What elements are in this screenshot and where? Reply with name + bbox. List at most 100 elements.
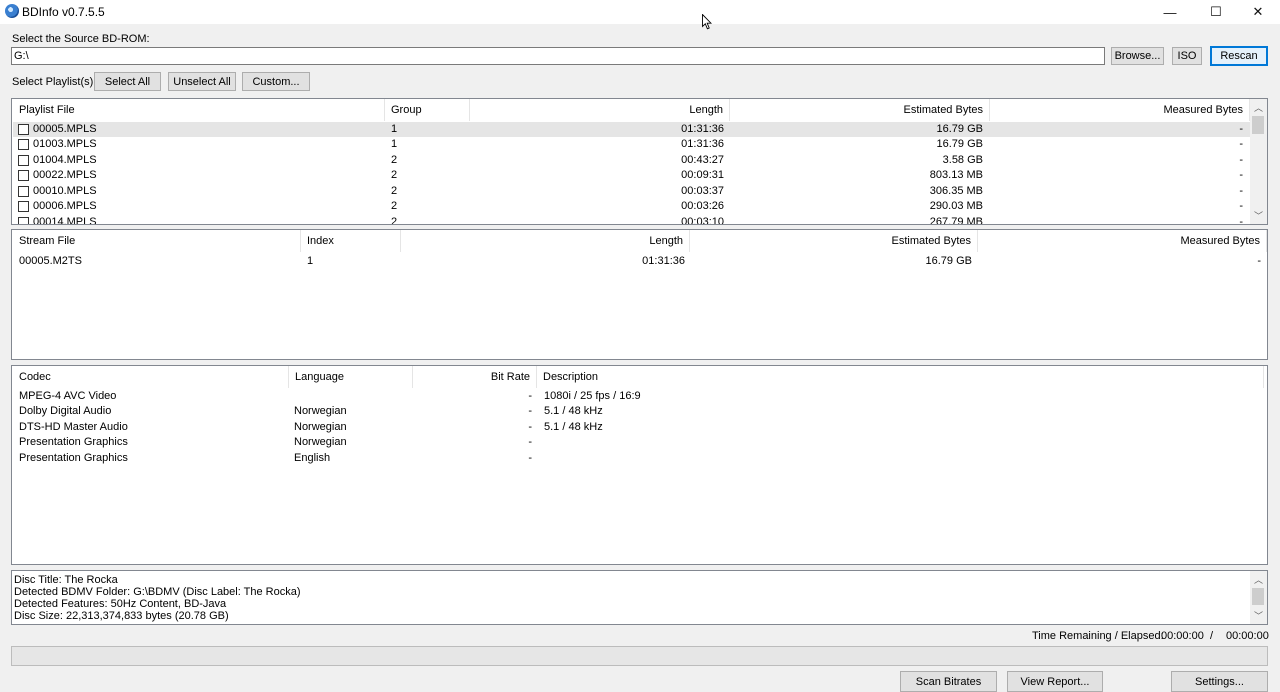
playlist-checkbox[interactable] — [18, 186, 29, 197]
playlist-checkbox[interactable] — [18, 201, 29, 212]
playlist-group: 1 — [391, 138, 398, 150]
playlist-estimated-bytes: 16.79 GB — [936, 138, 983, 150]
stream-file-table: Stream File Index Length Estimated Bytes… — [11, 229, 1268, 360]
playlist-measured-bytes: - — [1239, 169, 1243, 181]
select-all-button[interactable]: Select All — [94, 72, 161, 91]
playlist-file: 01003.MPLS — [33, 138, 97, 150]
playlist-checkbox[interactable] — [18, 217, 29, 224]
column-header-bit-rate[interactable]: Bit Rate — [413, 366, 537, 388]
scroll-thumb[interactable] — [1252, 116, 1264, 134]
column-header-measured-bytes[interactable]: Measured Bytes — [978, 230, 1267, 252]
column-header-language[interactable]: Language — [289, 366, 413, 388]
playlist-file: 00006.MPLS — [33, 200, 97, 212]
column-header-group[interactable]: Group — [385, 99, 470, 121]
source-path-input[interactable] — [11, 47, 1105, 65]
disc-info-textbox[interactable]: Disc Title: The Rocka Detected BDMV Fold… — [11, 570, 1268, 625]
playlist-estimated-bytes: 306.35 MB — [929, 185, 983, 197]
playlist-group: 2 — [391, 216, 398, 225]
time-remaining-label: Time Remaining / Elapsed: — [1032, 630, 1164, 642]
settings-button[interactable]: Settings... — [1171, 671, 1268, 692]
playlist-group: 1 — [391, 123, 398, 135]
column-header-index[interactable]: Index — [301, 230, 401, 252]
codec-bit-rate: - — [528, 421, 532, 433]
source-label: Select the Source BD-ROM: — [12, 33, 150, 45]
codec-bit-rate: - — [528, 452, 532, 464]
codec-bit-rate: - — [528, 436, 532, 448]
codec-language: Norwegian — [294, 405, 347, 417]
column-header-measured-bytes[interactable]: Measured Bytes — [990, 99, 1250, 121]
playlist-length: 01:31:36 — [681, 138, 724, 150]
playlist-measured-bytes: - — [1239, 185, 1243, 197]
playlist-length: 01:31:36 — [681, 123, 724, 135]
mouse-cursor-icon — [702, 14, 712, 30]
playlist-measured-bytes: - — [1239, 154, 1243, 166]
scroll-up-arrow-icon[interactable]: ︿ — [1250, 99, 1267, 116]
codec-language: Norwegian — [294, 436, 347, 448]
scroll-up-arrow-icon[interactable]: ︿ — [1250, 571, 1267, 588]
codec-bit-rate: - — [528, 390, 532, 402]
window-title: BDInfo v0.7.5.5 — [22, 5, 105, 19]
column-header-description[interactable]: Description — [537, 366, 1264, 388]
playlist-group: 2 — [391, 169, 398, 181]
stream-measured-bytes: - — [1257, 255, 1261, 267]
playlist-estimated-bytes: 267.79 MB — [929, 216, 983, 225]
column-header-codec[interactable]: Codec — [13, 366, 289, 388]
playlist-measured-bytes: - — [1239, 123, 1243, 135]
browse-button[interactable]: Browse... — [1111, 47, 1164, 65]
codec-description: 1080i / 25 fps / 16:9 — [544, 390, 641, 402]
playlist-scrollbar[interactable]: ︿ ﹀ — [1250, 99, 1267, 224]
iso-button[interactable]: ISO — [1172, 47, 1202, 65]
playlist-measured-bytes: - — [1239, 200, 1243, 212]
playlist-table: Playlist File Group Length Estimated Byt… — [11, 98, 1268, 225]
playlist-group: 2 — [391, 200, 398, 212]
stream-file: 00005.M2TS — [19, 255, 82, 267]
playlist-group: 2 — [391, 154, 398, 166]
playlist-measured-bytes: - — [1239, 216, 1243, 225]
column-header-estimated-bytes[interactable]: Estimated Bytes — [730, 99, 990, 121]
playlist-checkbox[interactable] — [18, 124, 29, 135]
custom-button[interactable]: Custom... — [242, 72, 310, 91]
playlist-checkbox[interactable] — [18, 139, 29, 150]
scan-progress-bar — [11, 646, 1268, 666]
scroll-down-arrow-icon[interactable]: ﹀ — [1250, 607, 1267, 624]
codec-name: Presentation Graphics — [19, 452, 128, 464]
playlist-estimated-bytes: 803.13 MB — [929, 169, 983, 181]
unselect-all-button[interactable]: Unselect All — [168, 72, 236, 91]
disc-title-line: Disc Title: The Rocka — [14, 574, 118, 586]
disc-info-scrollbar[interactable]: ︿ ﹀ — [1250, 571, 1267, 624]
playlist-file: 00005.MPLS — [33, 123, 97, 135]
maximize-button[interactable]: ☐ — [1193, 0, 1239, 24]
codec-name: MPEG-4 AVC Video — [19, 390, 117, 402]
scroll-down-arrow-icon[interactable]: ﹀ — [1250, 207, 1267, 224]
bdinfo-app-icon — [5, 4, 19, 18]
rescan-button[interactable]: Rescan — [1210, 46, 1268, 66]
playlist-file: 00010.MPLS — [33, 185, 97, 197]
scan-bitrates-button[interactable]: Scan Bitrates — [900, 671, 997, 692]
playlist-checkbox[interactable] — [18, 170, 29, 181]
column-header-stream-file[interactable]: Stream File — [13, 230, 301, 252]
codec-name: Presentation Graphics — [19, 436, 128, 448]
select-playlists-label: Select Playlist(s): — [12, 76, 97, 88]
stream-index: 1 — [307, 255, 314, 267]
column-header-length[interactable]: Length — [401, 230, 690, 252]
view-report-button[interactable]: View Report... — [1007, 671, 1103, 692]
playlist-file: 00014.MPLS — [33, 216, 97, 225]
playlist-length: 00:03:26 — [681, 200, 724, 212]
playlist-length: 00:09:31 — [681, 169, 724, 181]
playlist-checkbox[interactable] — [18, 155, 29, 166]
playlist-file: 00022.MPLS — [33, 169, 97, 181]
column-header-estimated-bytes[interactable]: Estimated Bytes — [690, 230, 978, 252]
column-header-length[interactable]: Length — [470, 99, 730, 121]
playlist-file: 01004.MPLS — [33, 154, 97, 166]
playlist-measured-bytes: - — [1239, 138, 1243, 150]
close-button[interactable]: ✕ — [1235, 0, 1280, 24]
codec-bit-rate: - — [528, 405, 532, 417]
codec-table: Codec Language Bit Rate Description MPEG… — [11, 365, 1268, 565]
codec-language: Norwegian — [294, 421, 347, 433]
playlist-estimated-bytes: 3.58 GB — [942, 154, 983, 166]
time-remaining-value: 00:00:00 — [1161, 630, 1204, 642]
scroll-thumb[interactable] — [1252, 588, 1264, 605]
minimize-button[interactable]: — — [1147, 0, 1193, 24]
column-header-playlist-file[interactable]: Playlist File — [13, 99, 385, 121]
playlist-length: 00:03:10 — [681, 216, 724, 225]
